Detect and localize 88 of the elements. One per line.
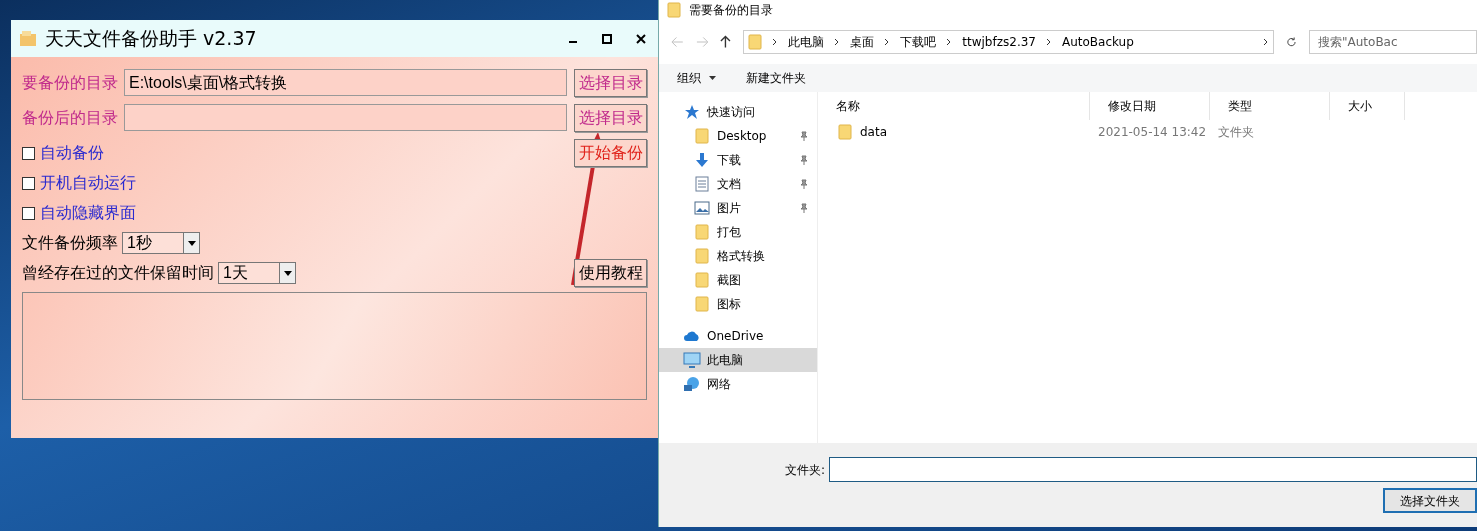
address-bar[interactable]: 此电脑 桌面 下载吧 ttwjbfzs2.37 AutoBackup — [743, 30, 1275, 54]
start-backup-button[interactable]: 开始备份 — [574, 139, 647, 167]
field-label: 备份后的目录 — [22, 107, 119, 128]
field-label: 曾经存在过的文件保留时间 — [22, 263, 214, 283]
pin-icon — [799, 131, 809, 141]
forward-icon — [695, 36, 709, 48]
app-icon — [19, 29, 37, 48]
checkbox[interactable] — [22, 206, 35, 220]
folder-icon — [695, 296, 709, 312]
breadcrumb-item[interactable]: AutoBackup — [1061, 33, 1134, 51]
breadcrumb-item[interactable]: 此电脑 — [788, 33, 825, 51]
window-title: 天天文件备份助手 v2.37 — [45, 26, 257, 52]
nav-item[interactable]: 网络 — [659, 372, 817, 396]
folder-icon — [695, 128, 709, 144]
chevron-icon — [1263, 38, 1270, 46]
nav-item[interactable]: 图片 — [659, 196, 817, 220]
pin-icon — [799, 155, 809, 165]
folder-icon — [748, 34, 763, 50]
dropdown-arrow-icon — [283, 270, 292, 276]
folder-icon — [667, 2, 681, 18]
cloud-icon — [683, 330, 701, 342]
chevron-icon — [834, 38, 841, 46]
field-label: 文件夹: — [783, 461, 826, 479]
network-icon — [683, 376, 701, 392]
organize-menu[interactable]: 组织 — [677, 69, 716, 87]
file-date: 2021-05-14 13:42 — [1097, 124, 1208, 141]
nav-item[interactable]: 文档 — [659, 172, 817, 196]
document-icon — [695, 176, 709, 192]
folder-icon — [838, 124, 852, 140]
column-header[interactable]: 类型 — [1210, 92, 1330, 120]
download-icon — [694, 152, 710, 168]
back-icon — [671, 36, 684, 48]
picture-icon — [694, 201, 710, 215]
retention-dropdown[interactable]: 1天 — [218, 262, 296, 284]
toolbar-button[interactable]: 新建文件夹 — [746, 69, 806, 87]
field-label: 文件备份频率 — [22, 233, 118, 253]
dropdown-arrow-icon — [187, 240, 196, 246]
file-type: 文件夹 — [1217, 124, 1255, 141]
star-icon — [684, 104, 700, 120]
search-field[interactable]: 搜索"AutoBac — [1309, 30, 1477, 54]
nav-item[interactable]: 快速访问 — [659, 100, 817, 124]
frequency-dropdown[interactable]: 1秒 — [122, 232, 200, 254]
nav-item[interactable]: Desktop — [659, 124, 817, 148]
choose-directory-button[interactable]: 选择目录 — [574, 68, 647, 97]
checkbox[interactable] — [22, 176, 35, 190]
caret-icon — [709, 76, 716, 80]
refresh-icon — [1286, 36, 1297, 48]
choose-directory-button[interactable]: 选择目录 — [574, 103, 647, 132]
folder-field[interactable] — [829, 457, 1477, 482]
column-header[interactable]: 名称 — [818, 92, 1090, 120]
breadcrumb-item[interactable]: 桌面 — [850, 33, 875, 51]
checkbox-label: 自动隐藏界面 — [40, 203, 136, 223]
file-row[interactable]: data 2021-05-14 13:42 文件夹 — [818, 120, 1477, 144]
folder-icon — [695, 272, 709, 288]
nav-item[interactable]: 下载 — [659, 148, 817, 172]
field-label: 要备份的目录 — [22, 72, 119, 93]
computer-icon — [683, 352, 701, 368]
checkbox-label: 自动备份 — [40, 143, 104, 163]
column-header[interactable]: 修改日期 — [1090, 92, 1210, 120]
file-name: data — [860, 124, 888, 141]
checkbox-label: 开机自动运行 — [40, 173, 136, 193]
select-folder-button[interactable]: 选择文件夹 — [1383, 488, 1477, 513]
up-icon — [720, 35, 732, 49]
column-header[interactable]: 大小 — [1330, 92, 1405, 120]
tutorial-button[interactable]: 使用教程 — [574, 259, 647, 287]
nav-item[interactable]: 此电脑 — [659, 348, 817, 372]
pin-icon — [799, 203, 809, 213]
chevron-icon — [1045, 38, 1052, 46]
pin-icon — [799, 179, 809, 189]
chevron-icon — [772, 38, 779, 46]
nav-item[interactable]: 格式转换 — [659, 244, 817, 268]
nav-item[interactable]: 打包 — [659, 220, 817, 244]
chevron-icon — [884, 38, 891, 46]
folder-icon — [695, 248, 709, 264]
nav-item[interactable]: 截图 — [659, 268, 817, 292]
folder-icon — [695, 224, 709, 240]
nav-item[interactable]: OneDrive — [659, 324, 817, 348]
directory-field[interactable]: E:\tools\桌面\格式转换 — [124, 69, 567, 96]
chevron-icon — [946, 38, 953, 46]
directory-field[interactable] — [124, 104, 567, 131]
breadcrumb-item[interactable]: ttwjbfzs2.37 — [962, 33, 1036, 51]
dialog-title: 需要备份的目录 — [689, 2, 773, 19]
maximize-button[interactable] — [602, 33, 612, 44]
close-button[interactable] — [636, 33, 646, 44]
nav-item[interactable]: 图标 — [659, 292, 817, 316]
checkbox[interactable] — [22, 146, 35, 160]
log-area[interactable] — [22, 292, 647, 400]
breadcrumb-item[interactable]: 下载吧 — [900, 33, 937, 51]
